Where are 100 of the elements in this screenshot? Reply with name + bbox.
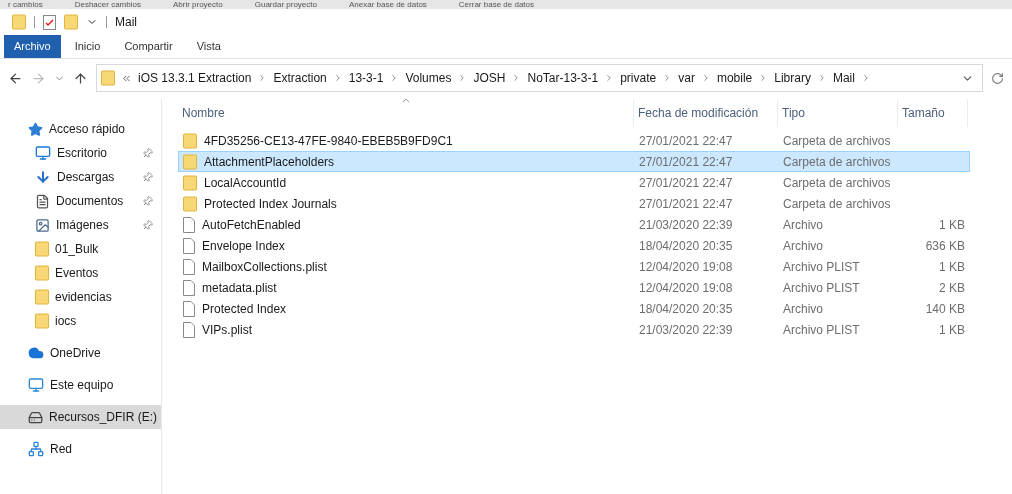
download-icon <box>35 169 51 185</box>
file-row[interactable]: Envelope Index 18/04/2020 20:35 Archivo 636 KB <box>178 235 970 256</box>
network-icon <box>28 441 44 457</box>
file-name: VIPs.plist <box>202 321 252 339</box>
sidebar-item[interactable]: Red <box>0 437 161 461</box>
file-name: Protected Index <box>202 300 287 318</box>
file-row[interactable]: AttachmentPlaceholders 27/01/2021 22:47 Carpeta de archivos <box>178 151 970 172</box>
file-row[interactable]: MailboxCollections.plist 12/04/2020 19:08 Archivo PLIST 1 KB <box>178 256 970 277</box>
sidebar-item[interactable]: Documentos <box>0 189 161 213</box>
column-header[interactable]: Tipo <box>778 99 898 127</box>
file-row[interactable]: 4FD35256-CE13-47FE-9840-EBEB5B9FD9C1 27/01/2021 22:47 Carpeta de archivos <box>178 130 970 151</box>
modified-date: 27/01/2021 22:47 <box>638 153 734 171</box>
column-header[interactable]: Fecha de modificación <box>634 99 778 127</box>
folder-icon <box>35 241 49 257</box>
up-icon[interactable] <box>73 70 88 86</box>
modified-date: 27/01/2021 22:47 <box>638 195 734 213</box>
toolbar-label: Anexar base de datos <box>349 0 427 9</box>
sidebar-item[interactable]: Este equipo <box>0 373 161 397</box>
folder-icon <box>35 289 49 305</box>
file-type: Archivo <box>782 300 824 318</box>
modified-date: 12/04/2020 19:08 <box>638 279 734 297</box>
sidebar-item[interactable]: Escritorio <box>0 141 161 165</box>
drive-icon <box>28 409 43 425</box>
column-header[interactable]: Tamaño <box>898 99 968 127</box>
file-icon <box>183 258 195 275</box>
file-name: metadata.plist <box>202 279 277 297</box>
file-size: 636 KB <box>925 237 965 255</box>
folder-icon <box>35 265 49 281</box>
ribbon-tab[interactable]: Compartir <box>114 35 183 58</box>
file-icon <box>183 237 195 254</box>
breadcrumb-segment[interactable]: JOSH <box>473 69 506 87</box>
star-icon <box>28 121 43 137</box>
address-field[interactable]: iOS 13.3.1 Extraction Extraction 13-3-1 Volumes JOSH NoTar-13-3-1 private var mobile Library Mail <box>96 64 983 92</box>
toolbar-label: Abrir proyecto <box>172 0 223 9</box>
sidebar-item[interactable]: Imágenes <box>0 213 161 237</box>
computer-icon <box>28 377 44 393</box>
file-type: Archivo PLIST <box>782 321 861 339</box>
breadcrumb-segment[interactable]: 13-3-1 <box>348 69 384 87</box>
sidebar-item[interactable]: iocs <box>0 309 161 333</box>
file-name: LocalAccountId <box>204 174 287 192</box>
file-type: Carpeta de archivos <box>782 174 892 192</box>
file-row[interactable]: metadata.plist 12/04/2020 19:08 Archivo PLIST 2 KB <box>178 277 970 298</box>
modified-date: 27/01/2021 22:47 <box>638 132 734 150</box>
file-size: 1 KB <box>939 321 965 339</box>
file-icon <box>183 321 195 338</box>
file-icon <box>183 216 195 233</box>
breadcrumb-segment[interactable]: Volumes <box>405 69 452 87</box>
file-row[interactable]: LocalAccountId 27/01/2021 22:47 Carpeta de archivos <box>178 172 970 193</box>
file-row[interactable]: Protected Index 18/04/2020 20:35 Archivo 140 KB <box>178 298 970 319</box>
file-icon <box>183 279 195 296</box>
breadcrumb-segment[interactable]: Extraction <box>273 69 327 87</box>
file-type: Carpeta de archivos <box>782 153 892 171</box>
sidebar-item[interactable]: Eventos <box>0 261 161 285</box>
file-size: 2 KB <box>939 279 965 297</box>
ribbon-tab[interactable]: Inicio <box>64 35 111 58</box>
sidebar-item[interactable]: Descargas <box>0 165 161 189</box>
modified-date: 18/04/2020 20:35 <box>638 237 734 255</box>
cloud-icon <box>28 345 44 361</box>
file-name: 4FD35256-CE13-47FE-9840-EBEB5B9FD9C1 <box>204 132 453 150</box>
back-icon[interactable] <box>8 70 23 86</box>
column-header[interactable]: Nombre <box>178 99 634 127</box>
breadcrumb-segment[interactable]: Mail <box>832 69 855 87</box>
file-row[interactable]: Protected Index Journals 27/01/2021 22:47 Carpeta de archivos <box>178 193 970 214</box>
folder-icon <box>101 70 115 86</box>
sidebar-item[interactable]: Recursos_DFIR (E:) <box>0 405 161 429</box>
forward-icon[interactable] <box>31 70 46 86</box>
sidebar-item[interactable]: OneDrive <box>0 341 161 365</box>
file-name: MailboxCollections.plist <box>202 258 327 276</box>
file-row[interactable]: VIPs.plist 21/03/2020 22:39 Archivo PLIST 1 KB <box>178 319 970 340</box>
toolbar-label: Deshacer cambios <box>74 0 141 9</box>
file-type: Carpeta de archivos <box>782 132 892 150</box>
file-type: Archivo PLIST <box>782 279 861 297</box>
breadcrumb-segment[interactable]: var <box>678 69 695 87</box>
sidebar-item[interactable]: Acceso rápido <box>0 117 161 141</box>
modified-date: 18/04/2020 20:35 <box>638 300 734 318</box>
file-size: 1 KB <box>939 258 965 276</box>
file-type: Archivo <box>782 216 824 234</box>
document-icon <box>35 193 50 209</box>
sidebar-item[interactable]: 01_Bulk <box>0 237 161 261</box>
breadcrumb-segment[interactable]: NoTar-13-3-1 <box>527 69 599 87</box>
ribbon-tab[interactable]: Vista <box>186 35 231 58</box>
picture-icon <box>35 217 50 233</box>
sidebar-item[interactable]: evidencias <box>0 285 161 309</box>
file-row[interactable]: AutoFetchEnabled 21/03/2020 22:39 Archivo 1 KB <box>178 214 970 235</box>
ribbon-tab[interactable]: Archivo <box>4 35 61 58</box>
new-folder-icon <box>64 14 78 30</box>
folder-icon <box>183 195 197 212</box>
toolbar-label: r cambios <box>8 0 43 9</box>
modified-date: 21/03/2020 22:39 <box>638 216 734 234</box>
refresh-icon[interactable] <box>991 71 1004 85</box>
breadcrumb-segment[interactable]: private <box>620 69 657 87</box>
file-name: AttachmentPlaceholders <box>204 153 335 171</box>
breadcrumb-segment[interactable]: Library <box>774 69 811 87</box>
breadcrumb-segment[interactable]: iOS 13.3.1 Extraction <box>138 69 252 87</box>
breadcrumb-segment[interactable]: mobile <box>716 69 753 87</box>
folder-icon <box>183 174 197 191</box>
properties-icon[interactable] <box>43 14 56 30</box>
file-type: Archivo PLIST <box>782 258 861 276</box>
modified-date: 12/04/2020 19:08 <box>638 258 734 276</box>
file-name: Protected Index Journals <box>204 195 337 213</box>
